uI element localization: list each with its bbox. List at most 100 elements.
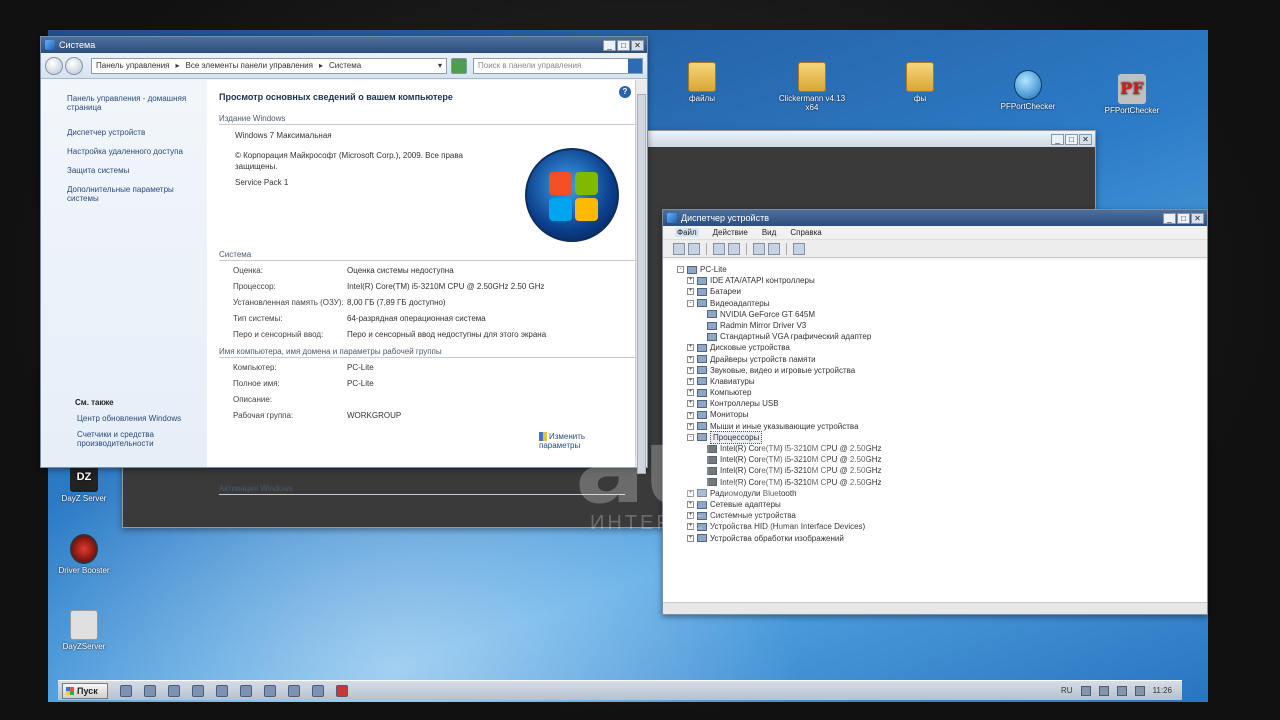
maximize-button[interactable]: □: [1065, 133, 1078, 145]
expand-icon[interactable]: +: [687, 366, 694, 374]
menu-action[interactable]: Действие: [713, 228, 748, 237]
left-pane-link[interactable]: Настройка удаленного доступа: [67, 147, 197, 156]
menu-view[interactable]: Вид: [762, 228, 776, 237]
language-indicator[interactable]: RU: [1061, 686, 1073, 695]
start-button[interactable]: Пуск: [62, 682, 108, 699]
info-value: PC-Lite: [347, 379, 374, 388]
system-window-titlebar[interactable]: Система _ □ ✕: [41, 37, 647, 53]
expand-icon[interactable]: +: [687, 355, 694, 363]
minimize-button[interactable]: _: [1163, 212, 1176, 224]
desktop-icon[interactable]: PFPortChecker: [988, 70, 1068, 111]
search-input[interactable]: Поиск в панели управления: [473, 57, 643, 74]
left-pane-link[interactable]: Дополнительные параметры системы: [67, 185, 197, 203]
folder-icon: [688, 62, 716, 92]
minimize-button[interactable]: _: [1051, 133, 1064, 145]
maximize-button[interactable]: □: [1177, 212, 1190, 224]
clock[interactable]: 11:26: [1153, 686, 1172, 695]
taskbar-app-icon[interactable]: [144, 684, 156, 697]
system-window[interactable]: Система _ □ ✕ Панель управления ▸ Все эл…: [40, 36, 648, 495]
left-pane-link[interactable]: Защита системы: [67, 166, 197, 175]
desktop-icon[interactable]: файлы: [662, 62, 742, 103]
device-manager-titlebar[interactable]: Диспетчер устройств _ □ ✕: [663, 210, 1207, 226]
desktop-icon[interactable]: DayZServer: [44, 610, 124, 651]
tree-node[interactable]: Стандартный VGA графический адаптер: [677, 331, 1207, 342]
system-window-body: Панель управления - домашняя страница Дис…: [41, 80, 647, 495]
menu-help[interactable]: Справка: [790, 228, 821, 237]
left-pane-link[interactable]: Диспетчер устройств: [67, 128, 197, 137]
back-button[interactable]: [45, 56, 63, 75]
left-pane: Панель управления - домашняя страница Дис…: [41, 80, 207, 467]
device-manager-title: Диспетчер устройств: [681, 213, 769, 223]
list-icon[interactable]: [728, 242, 740, 255]
tray-icon[interactable]: [1116, 685, 1127, 696]
taskbar-app-icon[interactable]: [336, 684, 348, 697]
link-windows-update[interactable]: Центр обновления Windows: [77, 414, 181, 423]
collapse-icon[interactable]: -: [687, 299, 694, 307]
left-pane-link[interactable]: Панель управления - домашняя страница: [67, 94, 197, 112]
taskbar-app-icon[interactable]: [168, 684, 180, 697]
tree-node[interactable]: + Клавиатуры: [677, 376, 1207, 387]
desktop-icon[interactable]: Clickermann v4.13 x64: [772, 62, 852, 112]
close-button[interactable]: ✕: [1079, 133, 1092, 145]
refresh-icon[interactable]: [451, 57, 467, 74]
tree-node[interactable]: + Батареи: [677, 286, 1207, 297]
properties-icon[interactable]: [713, 242, 725, 255]
taskbar-app-icon[interactable]: [192, 684, 204, 697]
info-label: Компьютер:: [233, 363, 277, 372]
tree-node[interactable]: + Дисковые устройства: [677, 342, 1207, 353]
tree-node-label: NVIDIA GeForce GT 645M: [720, 309, 815, 319]
tree-node[interactable]: - PC-Lite: [677, 264, 1207, 275]
scan-hardware-icon[interactable]: [793, 242, 805, 255]
forward-arrow-icon[interactable]: [688, 242, 700, 255]
volume-icon[interactable]: [1134, 685, 1145, 696]
chevron-down-icon[interactable]: ▾: [438, 61, 446, 70]
tree-node[interactable]: + IDE ATA/ATAPI контроллеры: [677, 275, 1207, 286]
help-icon[interactable]: ?: [619, 86, 631, 98]
horizontal-scrollbar[interactable]: [663, 602, 1207, 614]
expand-icon[interactable]: +: [687, 288, 694, 296]
collapse-icon[interactable]: -: [677, 266, 684, 274]
breadcrumb-item[interactable]: Все элементы панели управления: [186, 61, 313, 70]
desktop-icon[interactable]: PF PFPortChecker: [1092, 74, 1172, 115]
taskbar-app-icon[interactable]: [216, 684, 228, 697]
close-button[interactable]: ✕: [631, 39, 644, 51]
minimize-button[interactable]: _: [603, 39, 616, 51]
taskbar-app-icon[interactable]: [288, 684, 300, 697]
view-icon[interactable]: [768, 242, 780, 255]
tree-node[interactable]: NVIDIA GeForce GT 645M: [677, 309, 1207, 320]
breadcrumb-item[interactable]: Панель управления: [96, 61, 170, 70]
desktop-icon[interactable]: DZ DayZ Server: [44, 462, 124, 503]
desktop-icon[interactable]: Driver Booster: [44, 534, 124, 575]
tree-node[interactable]: + Звуковые, видео и игровые устройства: [677, 365, 1207, 376]
expand-icon[interactable]: +: [687, 344, 694, 352]
tree-node[interactable]: + Драйверы устройств памяти: [677, 354, 1207, 365]
tree-node[interactable]: + Компьютер: [677, 387, 1207, 398]
info-label: Перо и сенсорный ввод:: [233, 330, 324, 339]
tray-icon[interactable]: [1080, 685, 1091, 696]
maximize-button[interactable]: □: [617, 39, 630, 51]
taskbar-app-icon[interactable]: [120, 684, 132, 697]
expand-icon[interactable]: +: [687, 377, 694, 385]
taskbar-app-icon[interactable]: [240, 684, 252, 697]
menu-file[interactable]: Файл: [675, 228, 699, 237]
taskbar-app-icon[interactable]: [312, 684, 324, 697]
info-row: Описание:: [233, 395, 637, 404]
tray-icon[interactable]: [1098, 685, 1109, 696]
tree-node[interactable]: Radmin Mirror Driver V3: [677, 320, 1207, 331]
link-performance[interactable]: Счетчики и средства производительности: [77, 430, 187, 448]
close-button[interactable]: ✕: [1191, 212, 1204, 224]
menu-bar: Файл Действие Вид Справка: [663, 226, 1207, 240]
search-icon[interactable]: [628, 58, 642, 73]
desktop-icon[interactable]: фы: [880, 62, 960, 103]
address-input[interactable]: Панель управления ▸ Все элементы панели …: [91, 57, 447, 74]
taskbar-app-icon[interactable]: [264, 684, 276, 697]
expand-icon[interactable]: +: [687, 389, 694, 397]
expand-icon[interactable]: +: [687, 277, 694, 285]
forward-button[interactable]: [65, 56, 83, 75]
breadcrumb-item[interactable]: Система: [329, 61, 361, 70]
expand-icon[interactable]: +: [687, 534, 694, 542]
device-icon: [697, 287, 707, 296]
back-arrow-icon[interactable]: [673, 242, 685, 255]
tree-node[interactable]: - Видеоадаптеры: [677, 298, 1207, 309]
help-icon[interactable]: [753, 242, 765, 255]
